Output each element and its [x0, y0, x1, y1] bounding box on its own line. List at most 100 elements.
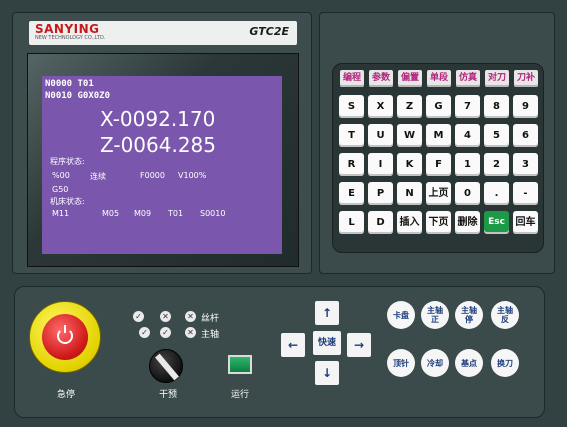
key-t[interactable]: T [339, 124, 364, 147]
key-8[interactable]: 8 [484, 95, 509, 118]
keypad-bezel: 编程 参数 偏置 单段 仿真 对刀 刀补 S X Z G 7 8 9 T U W… [319, 12, 555, 274]
key-r[interactable]: R [339, 153, 364, 176]
chuck-button[interactable]: 卡盘 [387, 301, 415, 329]
key-4[interactable]: 4 [455, 124, 480, 147]
x-coordinate: X-0092.170 [100, 107, 216, 131]
key-f[interactable]: F [426, 153, 451, 176]
coolant-button[interactable]: 冷却 [421, 349, 449, 377]
key-k[interactable]: K [397, 153, 422, 176]
keypad: 编程 参数 偏置 单段 仿真 对刀 刀补 S X Z G 7 8 9 T U W… [332, 63, 544, 253]
v-value: V100% [178, 171, 207, 180]
run-button[interactable] [228, 355, 252, 374]
m-code-1: M11 [52, 209, 70, 218]
home-point-button[interactable]: 基点 [455, 349, 483, 377]
key-9[interactable]: 9 [513, 95, 538, 118]
speed-value: %00 [52, 171, 70, 180]
power-icon [57, 325, 73, 344]
m-code-3: M09 [134, 209, 152, 218]
jog-down-button[interactable]: ↓ [315, 361, 339, 385]
func-key-single-block[interactable]: 单段 [427, 70, 451, 87]
tailstock-button[interactable]: 顶针 [387, 349, 415, 377]
operator-panel: 急停 ✓ ✕ ✕ 丝杆 ✓ ✓ ✕ 主轴 干预 运行 ↑ 快速 ↓ ← → 卡盘… [14, 286, 545, 418]
key-1[interactable]: 1 [455, 153, 480, 176]
estop-label: 急停 [57, 390, 76, 400]
model-name: GTC2E [249, 25, 289, 38]
key-l[interactable]: L [339, 211, 364, 234]
z-coordinate: Z-0064.285 [100, 133, 216, 157]
jog-left-button[interactable]: ← [281, 333, 305, 357]
key-n[interactable]: N [397, 182, 422, 205]
program-line-2: N0010 G0X0Z0 [45, 91, 111, 101]
key-page-up[interactable]: 上页 [426, 182, 451, 205]
key-d[interactable]: D [368, 211, 393, 234]
func-key-tool-comp[interactable]: 刀补 [514, 70, 538, 87]
key-page-down[interactable]: 下页 [426, 211, 451, 234]
key-3[interactable]: 3 [513, 153, 538, 176]
key-i[interactable]: I [368, 153, 393, 176]
indicator-cross-icon: ✕ [185, 311, 196, 322]
mode-value: 连续 [90, 172, 106, 181]
jog-up-button[interactable]: ↑ [315, 301, 339, 325]
key-m[interactable]: M [426, 124, 451, 147]
brand-bar: SANYING NEW TECHNOLOGY CO.,LTD. GTC2E [29, 21, 297, 45]
key-p[interactable]: P [368, 182, 393, 205]
key-e[interactable]: E [339, 182, 364, 205]
brand-tagline: NEW TECHNOLOGY CO.,LTD. [35, 35, 106, 41]
spindle-cw-button[interactable]: 主轴正 [421, 301, 449, 329]
key-6[interactable]: 6 [513, 124, 538, 147]
key-delete[interactable]: 删除 [455, 211, 480, 234]
func-key-offset[interactable]: 偏置 [398, 70, 422, 87]
brand-logo: SANYING [35, 22, 100, 36]
func-key-params[interactable]: 参数 [369, 70, 393, 87]
func-key-tool-set[interactable]: 对刀 [485, 70, 509, 87]
key-5[interactable]: 5 [484, 124, 509, 147]
screw-label: 丝杆 [201, 314, 220, 324]
spindle-stop-label: 主轴停 [461, 306, 477, 324]
func-key-simulate[interactable]: 仿真 [456, 70, 480, 87]
program-line-1: N0000 T01 [45, 79, 94, 89]
key-w[interactable]: W [397, 124, 422, 147]
machine-status-label: 机床状态: [50, 197, 85, 206]
tool-change-label: 换刀 [497, 358, 513, 368]
key-s[interactable]: S [339, 95, 364, 118]
spindle-ccw-label: 主轴反 [497, 306, 513, 324]
cnc-panel: SANYING NEW TECHNOLOGY CO.,LTD. GTC2E N0… [0, 0, 567, 427]
key-x[interactable]: X [368, 95, 393, 118]
key-enter[interactable]: 回车 [513, 211, 538, 234]
key-g[interactable]: G [426, 95, 451, 118]
func-key-program[interactable]: 编程 [340, 70, 364, 87]
program-status-label: 程序状态: [50, 157, 85, 166]
tool-value: T01 [168, 209, 184, 218]
tool-change-button[interactable]: 换刀 [491, 349, 519, 377]
key-z[interactable]: Z [397, 95, 422, 118]
key-7[interactable]: 7 [455, 95, 480, 118]
indicator-check-icon: ✓ [160, 327, 171, 338]
spindle-indicator-label: 主轴 [201, 330, 220, 340]
key-dot[interactable]: . [484, 182, 509, 205]
key-2[interactable]: 2 [484, 153, 509, 176]
indicator-cross-icon: ✕ [160, 311, 171, 322]
feed-value: F0000 [140, 171, 165, 180]
knob-label: 干预 [159, 390, 178, 400]
spindle-stop-button[interactable]: 主轴停 [455, 301, 483, 329]
indicator-check-icon: ✓ [133, 311, 144, 322]
coolant-label: 冷却 [427, 358, 443, 368]
key-esc[interactable]: Esc [484, 211, 509, 234]
override-knob[interactable] [149, 349, 183, 383]
key-minus[interactable]: - [513, 182, 538, 205]
g-code-value: G50 [52, 185, 69, 194]
home-point-label: 基点 [461, 358, 477, 368]
jog-right-button[interactable]: → [347, 333, 371, 357]
jog-fast-button[interactable]: 快速 [313, 331, 341, 355]
indicator-cross-icon: ✕ [185, 327, 196, 338]
lcd-screen: N0000 T01 N0010 G0X0Z0 X-0092.170 Z-0064… [42, 76, 282, 254]
key-insert[interactable]: 插入 [397, 211, 422, 234]
chuck-label: 卡盘 [393, 310, 409, 320]
m-code-2: M05 [102, 209, 120, 218]
spindle-ccw-button[interactable]: 主轴反 [491, 301, 519, 329]
key-0[interactable]: 0 [455, 182, 480, 205]
spindle-speed-value: S0010 [200, 209, 226, 218]
emergency-stop-button[interactable] [42, 314, 88, 360]
spindle-cw-label: 主轴正 [427, 306, 443, 324]
key-u[interactable]: U [368, 124, 393, 147]
